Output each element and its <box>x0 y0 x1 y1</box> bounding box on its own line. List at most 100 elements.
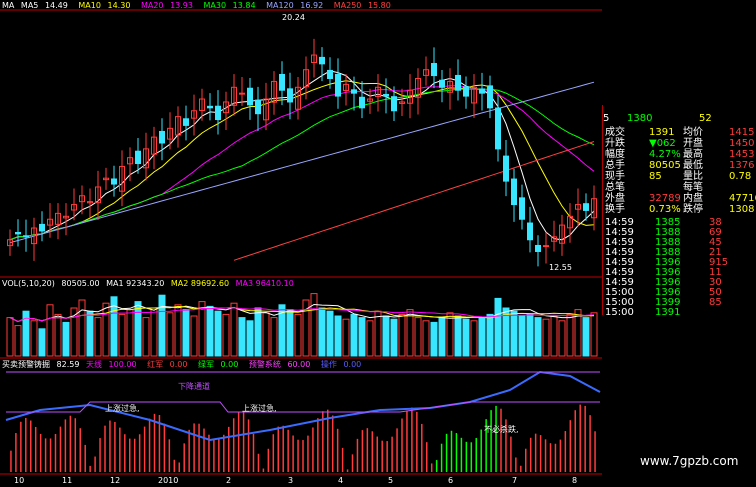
volume-bar <box>494 297 502 357</box>
quote-top-volume: 52 <box>699 113 712 124</box>
indicator-title-value: 82.59 <box>56 360 80 369</box>
caozuo-name: 操作 <box>320 360 337 369</box>
volume-bar <box>542 318 550 357</box>
price-high-label: 20.24 <box>282 13 305 22</box>
volume-bar <box>462 318 470 357</box>
volume-value: 80505.00 <box>61 279 100 288</box>
quote-label: 开盘 <box>683 138 703 149</box>
volume-bar <box>446 312 454 357</box>
volume-bar <box>582 317 590 357</box>
candle-body <box>511 178 517 206</box>
volume-bar <box>238 317 246 357</box>
x-axis-label: 2 <box>226 476 232 485</box>
volume-bar <box>326 310 334 357</box>
ma-header: MA MA5 14.49 MA10 14.30 MA20 13.93 MA30 … <box>2 1 399 11</box>
volume-bar <box>166 312 174 357</box>
quote-row: 总笔 每笔 <box>603 182 756 193</box>
volume-bar <box>470 320 478 357</box>
volume-bar <box>126 309 134 357</box>
watermark: www.7gpzb.com <box>640 454 739 468</box>
candle-body <box>39 223 45 232</box>
x-axis-label: 4 <box>338 476 344 485</box>
quote-value: ▼062 <box>649 138 676 149</box>
x-axis-label: 8 <box>572 476 578 485</box>
ma10-name: MA10 <box>78 1 101 10</box>
quote-row: 现手 85 量比 0.78 <box>603 171 756 182</box>
indicator-lvjun: 绿军 0.00 <box>198 360 242 369</box>
price-low-label: 12.55 <box>549 263 572 272</box>
volume-bar <box>206 305 214 357</box>
candle-body <box>583 203 589 211</box>
volume-bar <box>30 320 38 357</box>
quote-label: 升跌 <box>605 138 625 149</box>
volume-bar <box>342 318 350 357</box>
ma-prefix: MA <box>2 1 15 10</box>
ma10-value: 14.30 <box>107 1 131 10</box>
ma120-value: 16.92 <box>300 1 324 10</box>
annotation-downtrend: 下降通道 <box>178 382 210 391</box>
volume-ma1: MA1 92343.20 <box>106 279 165 288</box>
quote-value: 1450 <box>729 138 755 149</box>
tick-row: 15:00 1391 <box>603 307 756 318</box>
hongjun-value: 0.00 <box>169 360 188 369</box>
ma20-value: 13.93 <box>170 1 193 10</box>
quote-panel: 5 1380 52 成交 1391 均价 1415 升跌 ▼062 开盘 1450 幅度 4.27… <box>602 105 756 318</box>
quote-top-row: 5 1380 52 <box>603 113 756 124</box>
volume-bar <box>230 302 238 357</box>
volume-bar <box>214 310 222 357</box>
quote-row: 外盘 32789内盘 47716 <box>603 193 756 204</box>
candle-body <box>247 87 253 106</box>
candle-body <box>359 96 365 109</box>
quote-value: 32789 <box>649 193 681 204</box>
x-axis-label: 7 <box>512 476 518 485</box>
quote-label: 幅度 <box>605 149 625 160</box>
volume-bar <box>310 293 318 357</box>
quote-label: 换手 <box>605 204 625 215</box>
ma30-label: MA30 13.84 <box>204 1 260 10</box>
ma5-label: MA5 14.49 <box>21 1 72 10</box>
ma10-label: MA10 14.30 <box>78 1 134 10</box>
tick-time: 15:00 <box>605 307 634 318</box>
x-axis-label: 3 <box>288 476 294 485</box>
x-axis-label: 6 <box>448 476 454 485</box>
indicator-title: 买卖预警铸掘 <box>2 360 50 369</box>
ma120-name: MA120 <box>266 1 294 10</box>
quote-top-price: 1380 <box>627 113 653 124</box>
volume-bar <box>478 317 486 357</box>
volume-bar <box>150 307 158 357</box>
volume-ma2: MA2 89692.60 <box>170 279 230 288</box>
volume-bar <box>358 317 366 357</box>
candle-body <box>503 155 509 182</box>
volume-bar <box>118 313 126 357</box>
volume-bar <box>438 317 446 357</box>
ma5-name: MA5 <box>20 1 39 10</box>
quote-row: 升跌 ▼062 开盘 1450 <box>603 138 756 149</box>
quote-label: 现手 <box>605 171 625 182</box>
lvjun-name: 绿军 <box>198 360 214 369</box>
volume-header: VOL(5,10,20) 80505.00 MA1 92343.20 MA2 8… <box>2 279 298 289</box>
candle-body <box>159 130 165 144</box>
ma120-label: MA120 16.92 <box>266 1 327 10</box>
volume-bar <box>382 315 390 357</box>
volume-bar <box>182 309 190 357</box>
ma20-label: MA20 13.93 <box>141 1 197 10</box>
candle-body <box>479 88 485 94</box>
volume-ma3: MA3 96410.10 <box>235 279 294 288</box>
candle-body <box>215 105 221 121</box>
candle-body <box>15 231 21 235</box>
quote-value: 1415 <box>729 127 755 138</box>
volume-bar <box>142 317 150 357</box>
volume-bar <box>422 320 430 357</box>
quote-value: 1453 <box>729 149 755 160</box>
candle-body <box>335 73 341 97</box>
volume-bar <box>190 315 198 357</box>
quote-label: 量比 <box>683 171 703 182</box>
indicator-caozuo: 操作 0.00 <box>321 360 365 369</box>
ma30-name: MA30 <box>203 1 227 10</box>
yujing-name: 预警系统 <box>248 360 281 369</box>
volume-bar <box>86 310 94 357</box>
candle-body <box>183 118 189 126</box>
volume-bar <box>78 299 86 357</box>
volume-bar <box>406 309 414 357</box>
volume-bar <box>486 313 494 357</box>
